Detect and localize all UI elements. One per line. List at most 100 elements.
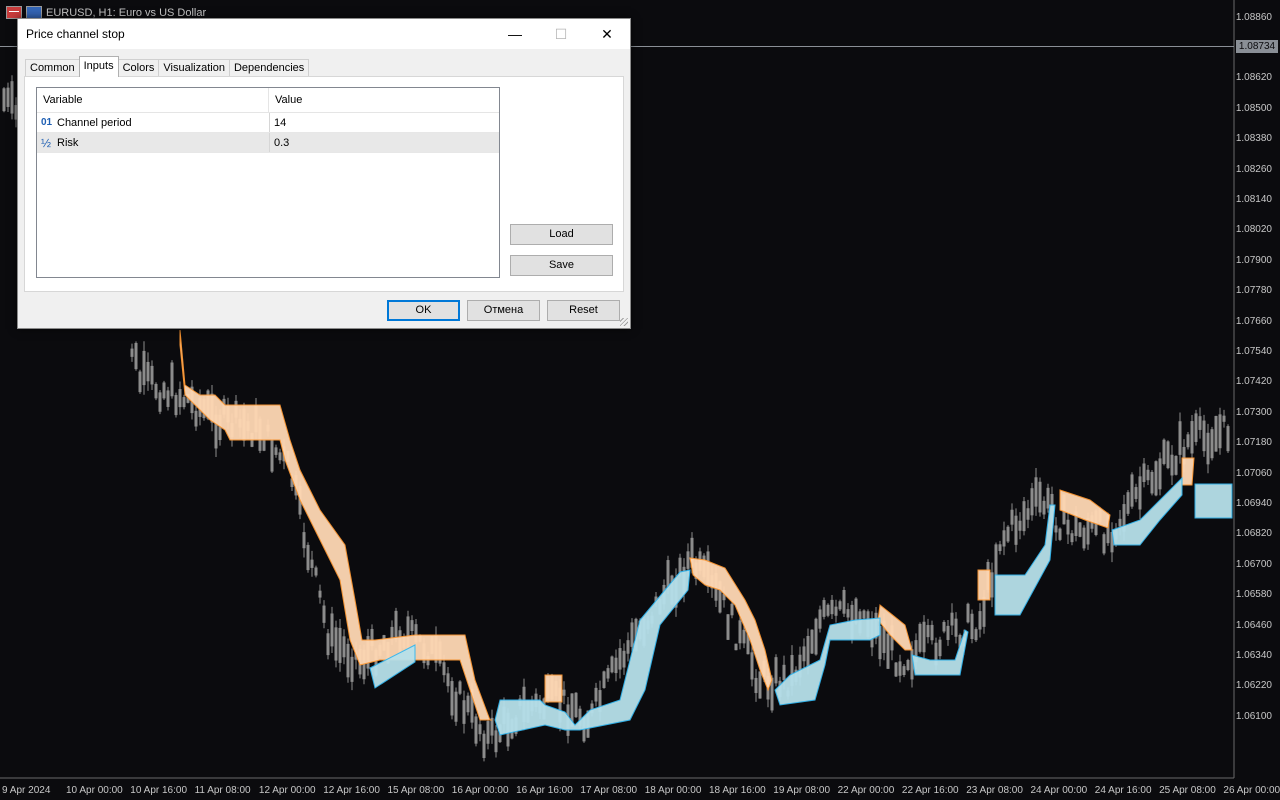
down-channel-band xyxy=(689,557,773,692)
column-header-variable[interactable]: Variable xyxy=(37,88,269,112)
candle-body xyxy=(314,567,318,576)
candle-body xyxy=(482,733,486,758)
table-row[interactable]: 01 Channel period 14 xyxy=(37,113,499,133)
candle-body xyxy=(1022,501,1026,532)
tab-inputs[interactable]: Inputs xyxy=(78,56,119,77)
candle-body xyxy=(730,603,734,616)
minimize-button[interactable]: — xyxy=(492,19,538,49)
reset-button[interactable]: Reset xyxy=(547,300,620,321)
candle-body xyxy=(750,652,754,680)
price-tick-label: 1.06100 xyxy=(1235,710,1272,722)
time-tick-label: 19 Apr 08:00 xyxy=(773,785,831,796)
candle-body xyxy=(826,604,830,616)
price-tick-label: 1.07660 xyxy=(1235,315,1272,327)
candle-body xyxy=(990,572,994,598)
candle-body xyxy=(178,389,182,408)
candle-body xyxy=(678,557,682,573)
variable-cell[interactable]: ½ Risk xyxy=(37,133,270,152)
price-tick-label: 1.07900 xyxy=(1235,254,1272,266)
time-tick-label: 24 Apr 00:00 xyxy=(1030,785,1088,796)
candle-body xyxy=(942,621,946,632)
candle-body xyxy=(1202,420,1206,452)
variable-cell[interactable]: 01 Channel period xyxy=(37,113,270,132)
cancel-button[interactable]: Отмена xyxy=(467,300,540,321)
candle-body xyxy=(626,640,630,654)
candle-body xyxy=(390,626,394,639)
price-tick-label: 1.06580 xyxy=(1235,589,1272,601)
price-tick-label: 1.06820 xyxy=(1235,528,1272,540)
value-cell[interactable]: 0.3 xyxy=(270,137,289,149)
candle-body xyxy=(938,639,942,657)
candle-body xyxy=(450,681,454,716)
candle-body xyxy=(594,687,598,702)
price-tick-label: 1.08860 xyxy=(1235,12,1272,23)
candle-body xyxy=(1130,474,1134,507)
close-button[interactable]: ✕ xyxy=(584,19,630,49)
up-channel-band xyxy=(494,569,691,736)
candle-body xyxy=(1218,414,1222,449)
price-tick-label: 1.07420 xyxy=(1235,376,1272,388)
candle-body xyxy=(462,700,466,724)
price-tick-label: 1.08260 xyxy=(1235,163,1272,175)
candle-body xyxy=(1170,454,1174,476)
candle-body xyxy=(774,657,778,684)
price-tick-label: 1.08500 xyxy=(1235,102,1272,114)
candle-body xyxy=(1102,534,1106,554)
candle-body xyxy=(1214,415,1218,452)
tab-common[interactable]: Common xyxy=(25,59,80,77)
ok-button[interactable]: OK xyxy=(387,300,460,321)
tab-colors[interactable]: Colors xyxy=(117,59,160,77)
candle-body xyxy=(138,371,142,393)
candle-body xyxy=(150,365,154,385)
candle-body xyxy=(330,613,334,647)
candle-body xyxy=(806,635,810,668)
candle-body xyxy=(1126,492,1130,514)
candle-body xyxy=(830,599,834,615)
candle-body xyxy=(726,614,730,640)
candle-body xyxy=(1058,528,1062,540)
candle-body xyxy=(166,390,170,407)
tab-visualization[interactable]: Visualization xyxy=(158,59,230,77)
candle-body xyxy=(318,590,322,598)
candle-body xyxy=(1066,519,1070,535)
time-tick-label: 9 Apr 2024 xyxy=(2,785,51,796)
column-header-value[interactable]: Value xyxy=(269,88,302,112)
candle-body xyxy=(1010,509,1014,525)
resize-grip-icon[interactable] xyxy=(620,318,628,326)
candle-body xyxy=(306,544,310,571)
candle-body xyxy=(1086,518,1090,545)
time-tick-label: 18 Apr 00:00 xyxy=(644,785,702,796)
dialog-titlebar[interactable]: Price channel stop — ☐ ✕ xyxy=(18,19,630,49)
candle-body xyxy=(810,629,814,654)
candle-body xyxy=(742,629,746,644)
time-tick-label: 22 Apr 00:00 xyxy=(837,785,895,796)
candle-body xyxy=(898,661,902,676)
candle-body xyxy=(1038,481,1042,513)
time-tick-label: 12 Apr 00:00 xyxy=(258,785,316,796)
candle-body xyxy=(310,559,314,568)
candle-body xyxy=(686,551,690,569)
value-cell[interactable]: 14 xyxy=(270,117,286,129)
tab-dependencies[interactable]: Dependencies xyxy=(228,59,310,77)
candle-body xyxy=(1118,518,1122,527)
load-button[interactable]: Load xyxy=(510,224,613,245)
candle-body xyxy=(1078,522,1082,537)
candle-body xyxy=(326,633,330,656)
save-button[interactable]: Save xyxy=(510,255,613,276)
table-row[interactable]: ½ Risk 0.3 xyxy=(37,133,499,153)
candle-body xyxy=(574,692,578,718)
candle-body xyxy=(1198,416,1202,430)
candle-body xyxy=(1174,455,1178,475)
candle-body xyxy=(2,88,6,112)
time-tick-label: 15 Apr 08:00 xyxy=(387,785,445,796)
time-tick-label: 24 Apr 16:00 xyxy=(1094,785,1152,796)
candle-body xyxy=(1154,461,1158,496)
variable-name: Channel period xyxy=(57,116,132,129)
candle-body xyxy=(442,662,446,676)
candle-body xyxy=(998,544,1002,552)
candle-body xyxy=(182,397,186,408)
candle-body xyxy=(1054,525,1058,533)
inputs-table[interactable]: Variable Value 01 Channel period 14 ½ Ri… xyxy=(36,87,500,278)
price-tick-label: 1.08140 xyxy=(1235,194,1272,205)
candle-body xyxy=(446,673,450,687)
